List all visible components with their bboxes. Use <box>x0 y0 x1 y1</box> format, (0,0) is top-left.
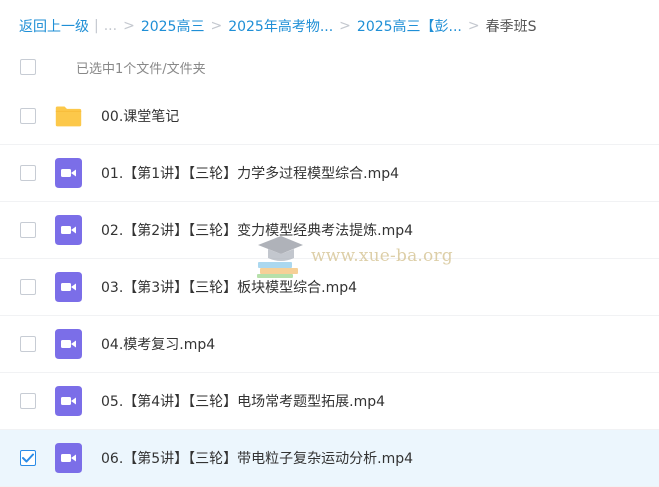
row-checkbox[interactable] <box>20 222 36 238</box>
folder-icon <box>55 101 82 131</box>
file-name[interactable]: 06.【第5讲】【三轮】带电粒子复杂运动分析.mp4 <box>101 448 413 468</box>
file-name[interactable]: 05.【第4讲】【三轮】电场常考题型拓展.mp4 <box>101 391 385 411</box>
row-checkbox[interactable] <box>20 165 36 181</box>
file-name[interactable]: 04.模考复习.mp4 <box>101 334 215 354</box>
list-item-video-selected[interactable]: 06.【第5讲】【三轮】带电粒子复杂运动分析.mp4 <box>0 430 659 487</box>
breadcrumb-ellipsis[interactable]: ... <box>104 18 117 34</box>
breadcrumb-item-2025-grade3[interactable]: 2025高三 <box>141 16 205 36</box>
video-file-icon <box>55 386 82 416</box>
row-checkbox-checked[interactable] <box>20 450 36 466</box>
back-link[interactable]: 返回上一级 <box>19 16 89 36</box>
row-checkbox[interactable] <box>20 279 36 295</box>
video-file-icon <box>55 272 82 302</box>
list-item-video[interactable]: 04.模考复习.mp4 <box>0 316 659 373</box>
row-checkbox[interactable] <box>20 393 36 409</box>
breadcrumb-divider: | <box>94 18 99 34</box>
breadcrumb-item-physics[interactable]: 2025年高考物... <box>228 16 333 36</box>
file-name[interactable]: 00.课堂笔记 <box>101 106 179 126</box>
file-list: 00.课堂笔记 01.【第1讲】【三轮】力学多过程模型综合.mp4 02.【第2… <box>0 88 659 487</box>
list-item-folder[interactable]: 00.课堂笔记 <box>0 88 659 145</box>
list-item-video[interactable]: 01.【第1讲】【三轮】力学多过程模型综合.mp4 <box>0 145 659 202</box>
file-name[interactable]: 03.【第3讲】【三轮】板块模型综合.mp4 <box>101 277 357 297</box>
selection-header: 已选中1个文件/文件夹 <box>0 52 659 82</box>
file-name[interactable]: 01.【第1讲】【三轮】力学多过程模型综合.mp4 <box>101 163 399 183</box>
video-file-icon <box>55 443 82 473</box>
video-file-icon <box>55 329 82 359</box>
selection-count: 已选中1个文件/文件夹 <box>76 61 206 77</box>
graduation-cap-logo <box>257 236 303 278</box>
video-file-icon <box>55 215 82 245</box>
select-all-checkbox[interactable] <box>20 59 36 75</box>
watermark-text: www.xue-ba.org <box>311 246 453 266</box>
video-file-icon <box>55 158 82 188</box>
breadcrumb-separator: > <box>210 18 223 34</box>
breadcrumb: 返回上一级 | ... > 2025高三 > 2025年高考物... > 202… <box>0 0 659 52</box>
breadcrumb-separator: > <box>467 18 480 34</box>
list-item-video[interactable]: 05.【第4讲】【三轮】电场常考题型拓展.mp4 <box>0 373 659 430</box>
breadcrumb-separator: > <box>123 18 135 34</box>
breadcrumb-item-peng[interactable]: 2025高三【彭... <box>357 16 462 36</box>
checkmark-icon <box>22 453 34 463</box>
row-checkbox[interactable] <box>20 336 36 352</box>
row-checkbox[interactable] <box>20 108 36 124</box>
breadcrumb-current: 春季班S <box>485 19 537 35</box>
breadcrumb-separator: > <box>339 18 351 34</box>
watermark: www.xue-ba.org <box>255 233 453 279</box>
